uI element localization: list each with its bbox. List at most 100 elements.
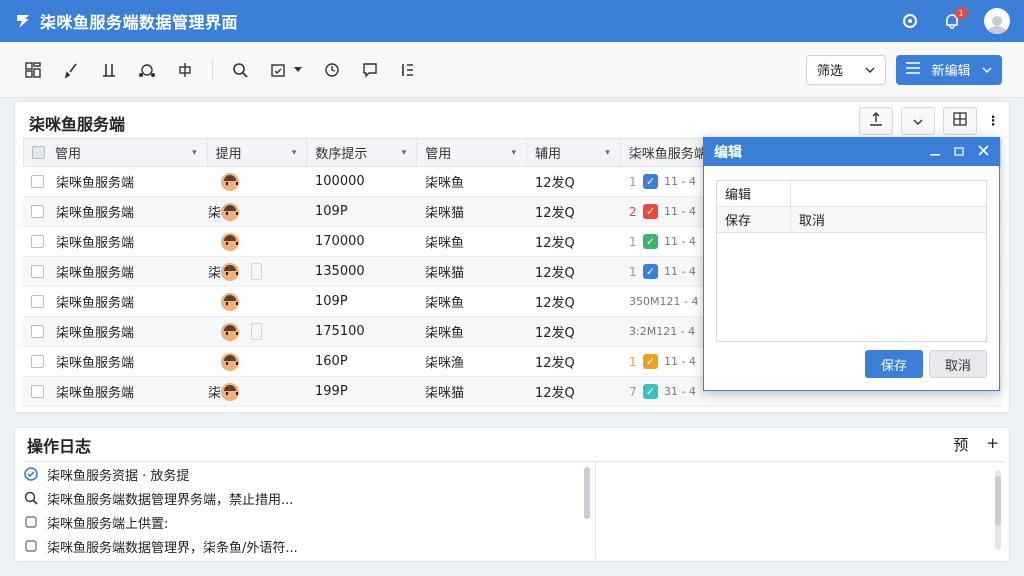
log-scrollbar[interactable] — [583, 463, 591, 557]
log-text: 柒咪鱼服务端数据管理界务端，禁止措用... — [47, 492, 294, 508]
name-cell: 柒咪鱼服务端 — [23, 197, 207, 226]
filter-label: 筛选 — [817, 64, 844, 79]
row-checkbox[interactable] — [31, 325, 44, 338]
minimize-icon[interactable] — [930, 144, 940, 160]
log-title: 操作日志 — [27, 437, 92, 456]
detail-scrollbar-thumb[interactable] — [995, 476, 1001, 526]
kind-cell: 柒咪猫 — [425, 206, 465, 221]
dialog-row-value[interactable]: 取消 — [791, 207, 986, 232]
kind-cell: 柒咪猫 — [425, 266, 465, 281]
row-checkbox[interactable] — [31, 265, 44, 278]
name-cell: 柒咪鱼服务端 — [23, 227, 207, 256]
user-avatar[interactable] — [984, 8, 1010, 34]
search-icon — [23, 490, 39, 506]
log-item[interactable]: 柒咪鱼服务端数据管理界，柒条鱼/外语符... — [23, 534, 595, 558]
cat-avatar-icon — [221, 292, 239, 311]
kind-cell: 柒咪鱼 — [425, 296, 465, 311]
time-cell: 12发Q — [535, 206, 575, 221]
id-cell: 175100 — [315, 324, 365, 339]
status-check-icon[interactable]: ✓ — [643, 384, 658, 399]
kind-cell: 柒咪鱼 — [425, 236, 465, 251]
row-checkbox[interactable] — [31, 235, 44, 248]
avatar-cell — [207, 317, 307, 346]
new-edit-button[interactable]: 新编辑 — [896, 54, 1002, 85]
sort-icon[interactable]: ▾ — [402, 148, 407, 158]
status-check-icon[interactable]: ✓ — [643, 264, 658, 279]
app-header: 柒咪鱼服务端数据管理界面 1 — [0, 0, 1024, 42]
column-header[interactable]: 辅用 ▾ — [527, 139, 621, 166]
row-checkbox[interactable] — [31, 175, 44, 188]
more-vertical-icon[interactable]: ⋮ — [985, 107, 1001, 135]
search-icon[interactable] — [229, 59, 251, 81]
row-checkbox[interactable] — [31, 355, 44, 368]
calendar-check-icon[interactable] — [267, 59, 289, 81]
move-icon[interactable] — [174, 59, 196, 81]
row-checkbox[interactable] — [31, 385, 44, 398]
dialog-row: 编辑 — [717, 181, 986, 207]
status-tail: 11 - 4 — [664, 355, 696, 368]
cancel-button[interactable]: 取消 — [929, 350, 987, 378]
settings-icon[interactable] — [900, 11, 920, 31]
column-header[interactable]: 管用 ▾ — [24, 139, 208, 166]
dialog-row: 保存 取消 — [717, 207, 986, 233]
notification-badge: 1 — [955, 7, 967, 19]
expand-button[interactable] — [901, 107, 935, 135]
chevron-down-icon — [982, 62, 992, 77]
log-item[interactable]: 柒咪鱼服务端数据管理界务端，禁止措用... — [23, 486, 595, 510]
log-item[interactable]: 柒咪鱼服务端上供置: — [23, 510, 595, 534]
add-icon[interactable]: + — [986, 434, 999, 455]
network-icon[interactable] — [136, 59, 158, 81]
detail-scrollbar[interactable] — [995, 470, 1001, 550]
log-text: 柒咪鱼服务端数据管理界，柒条鱼/外语符... — [47, 540, 298, 556]
cat-avatar-icon — [221, 202, 239, 221]
calendar-dropdown-chevron-icon[interactable] — [293, 59, 303, 81]
columns-icon[interactable] — [98, 59, 120, 81]
clock-icon[interactable] — [321, 59, 343, 81]
column-header-label: 管用 — [55, 147, 82, 162]
app-logo-icon — [14, 12, 32, 30]
sort-icon[interactable]: ▾ — [292, 148, 297, 158]
status-check-icon[interactable]: ✓ — [643, 234, 658, 249]
server-name: 柒咪鱼服务端 — [56, 176, 135, 191]
sort-icon[interactable]: ▾ — [605, 148, 610, 158]
status-check-icon[interactable]: ✓ — [643, 204, 658, 219]
side-box[interactable] — [251, 323, 262, 340]
cat-avatar-icon — [221, 352, 239, 371]
sort-icon[interactable]: ▾ — [192, 148, 197, 158]
column-header[interactable]: 数序提示 ▾ — [307, 139, 418, 166]
comment-icon[interactable] — [359, 59, 381, 81]
row-checkbox[interactable] — [31, 295, 44, 308]
side-box[interactable] — [251, 263, 262, 280]
cat-avatar-icon — [221, 322, 239, 341]
close-icon[interactable] — [978, 144, 989, 160]
save-button[interactable]: 保存 — [865, 350, 923, 378]
maximize-icon[interactable] — [954, 144, 964, 160]
avatar-cell — [207, 287, 307, 316]
log-item[interactable]: 柒咪鱼服务资据 · 放务提 — [23, 462, 595, 486]
sort-icon[interactable]: ▾ — [511, 148, 516, 158]
avatar-cell: 柒 — [207, 197, 307, 226]
column-header[interactable]: 提用 ▾ — [208, 139, 308, 166]
row-checkbox[interactable] — [31, 205, 44, 218]
select-all-checkbox[interactable] — [32, 146, 45, 159]
checkbox-icon — [23, 538, 39, 554]
grid-icon[interactable] — [22, 59, 44, 81]
status-check-icon[interactable]: ✓ — [643, 354, 658, 369]
column-header[interactable]: 管用 ▾ — [417, 139, 527, 166]
time-cell: 12发Q — [535, 176, 575, 191]
cat-avatar-icon — [221, 382, 239, 401]
filter-dropdown[interactable]: 筛选 — [806, 54, 886, 85]
notification-bell-icon[interactable]: 1 — [942, 7, 967, 31]
brush-icon[interactable] — [60, 59, 82, 81]
log-detail-pane — [595, 461, 1005, 559]
dialog-row-input[interactable] — [791, 181, 986, 206]
log-scrollbar-thumb[interactable] — [584, 467, 590, 519]
name-cell: 柒咪鱼服务端 — [23, 257, 207, 286]
columns-button[interactable] — [943, 107, 977, 135]
id-cell: 199P — [315, 384, 348, 399]
id-cell: 109P — [315, 294, 348, 309]
status-check-icon[interactable]: ✓ — [643, 174, 658, 189]
log-preview-button[interactable]: 预 — [953, 434, 968, 455]
upload-button[interactable] — [859, 107, 893, 135]
list-bars-icon[interactable] — [397, 59, 419, 81]
